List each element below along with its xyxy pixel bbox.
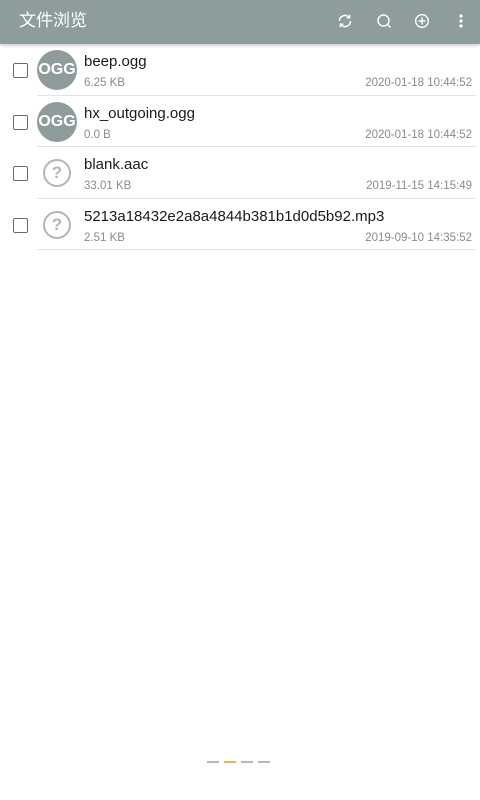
page-indicator-dot[interactable] [207,761,219,763]
page-indicator-dot[interactable] [241,761,253,763]
file-name: blank.aac [84,156,149,173]
select-checkbox[interactable] [13,114,28,130]
file-date: 2020-01-18 10:44:52 [365,128,472,141]
file-name: 5213a18432e2a8a4844b381b1d0d5b92.mp3 [84,207,385,225]
file-date: 2020-01-18 10:44:52 [365,77,472,89]
select-checkbox[interactable] [13,217,28,233]
more-vert-icon[interactable] [450,10,472,32]
file-list: OGG beep.ogg 6.25 KB 2020-01-18 10:44:52… [0,44,480,250]
unknown-file-icon: ? [43,210,71,239]
ogg-file-icon: OGG [37,101,77,142]
add-icon[interactable] [411,10,433,32]
file-name: beep.ogg [84,53,147,70]
file-size: 2.51 KB [84,231,125,244]
file-size: 33.01 KB [84,180,132,192]
page-indicator-dot-active[interactable] [224,761,236,763]
file-row[interactable]: OGG hx_outgoing.ogg 0.0 B 2020-01-18 10:… [0,96,480,147]
file-row[interactable]: ? blank.aac 33.01 KB 2019-11-15 14:15:49 [0,147,480,199]
search-icon[interactable] [373,10,395,32]
file-date: 2019-11-15 14:15:49 [366,180,472,192]
file-row[interactable]: OGG beep.ogg 6.25 KB 2020-01-18 10:44:52 [0,44,480,96]
select-checkbox[interactable] [13,166,28,181]
file-row[interactable]: ? 5213a18432e2a8a4844b381b1d0d5b92.mp3 2… [0,199,480,250]
page-indicator-dot[interactable] [258,761,270,763]
file-name: hx_outgoing.ogg [84,104,195,122]
select-checkbox[interactable] [13,63,28,78]
unknown-file-icon: ? [43,159,71,187]
page-indicator [207,761,270,763]
file-size: 6.25 KB [84,77,125,89]
page-title: 文件浏览 [19,11,87,31]
refresh-icon[interactable] [334,10,356,32]
ogg-file-icon: OGG [37,50,77,90]
file-date: 2019-09-10 14:35:52 [365,231,472,244]
file-size: 0.0 B [84,128,111,141]
app-bar: 文件浏览 [0,0,480,44]
row-divider [37,249,476,250]
